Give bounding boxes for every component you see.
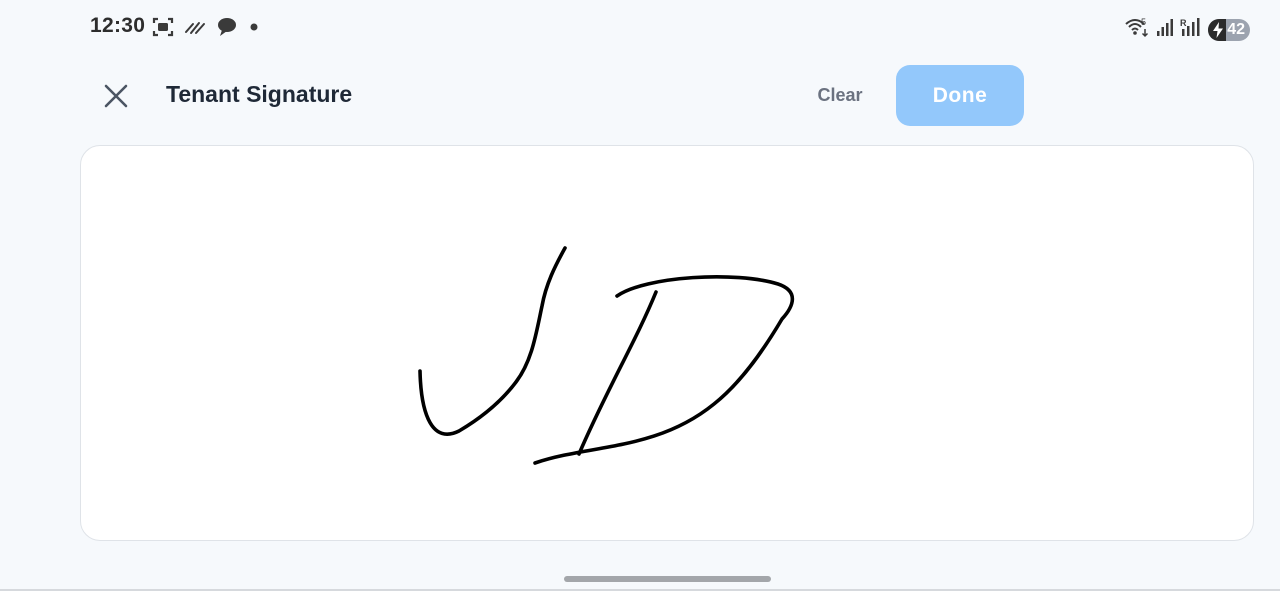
- notification-dot-icon: [248, 21, 260, 33]
- signature-drawing: [418, 246, 795, 465]
- signature-pad[interactable]: [80, 145, 1254, 541]
- done-button[interactable]: Done: [896, 65, 1024, 126]
- clear-button[interactable]: Clear: [804, 77, 876, 113]
- status-right-icons: 5 R 42: [1124, 16, 1250, 43]
- battery-indicator: 42: [1208, 18, 1250, 41]
- status-bar: 12:30 5 R 42: [0, 0, 1280, 56]
- screenshot-icon: [152, 16, 174, 38]
- chat-bubble-icon: [216, 17, 238, 37]
- wifi-icon: 5: [1124, 16, 1150, 43]
- charging-bolt-icon: [1212, 21, 1224, 41]
- stylus-icon: [184, 18, 206, 36]
- battery-level: 42: [1227, 20, 1245, 38]
- close-button[interactable]: [96, 76, 136, 116]
- signature-screen: 12:30 5 R 42 Tenant Signature Clear Done: [0, 0, 1280, 591]
- home-indicator[interactable]: [564, 576, 771, 582]
- signature-stroke-j: [418, 246, 567, 436]
- close-icon: [104, 84, 128, 108]
- status-left-icons: [152, 16, 260, 38]
- cellular-signal-roaming-icon: R: [1180, 17, 1202, 42]
- signature-stroke-d-bow: [533, 275, 795, 465]
- signal-badge: R: [1180, 18, 1187, 28]
- cellular-signal-icon: [1156, 17, 1174, 42]
- status-time: 12:30: [90, 14, 146, 37]
- header-bar: Tenant Signature Clear Done: [0, 56, 1280, 136]
- wifi-badge: 5: [1141, 17, 1146, 27]
- signature-stroke-d-stem: [577, 290, 658, 456]
- page-title: Tenant Signature: [166, 81, 353, 107]
